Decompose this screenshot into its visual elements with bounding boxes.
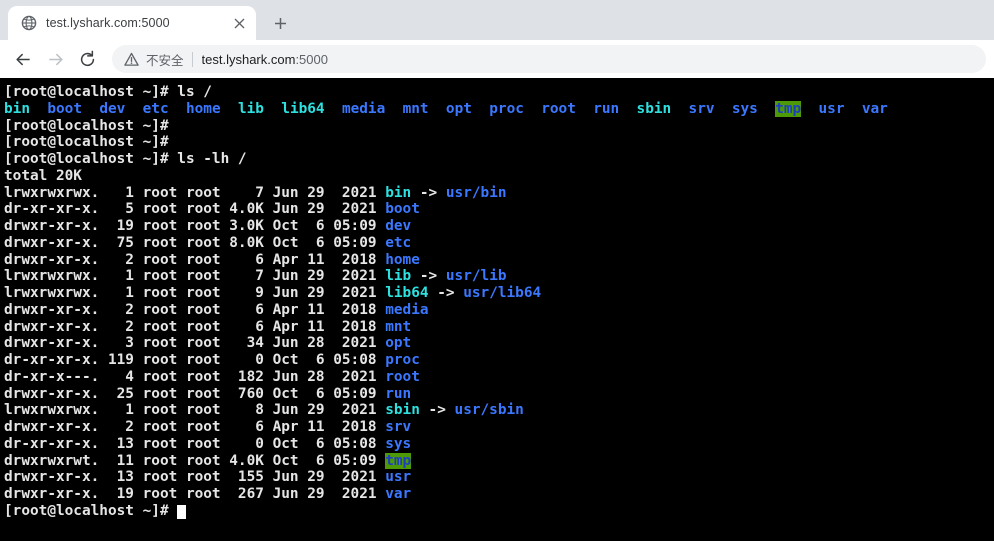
- ls-entry: boot: [385, 201, 420, 218]
- terminal-line: drwxrwxrwt. 11 root root 4.0K Oct 6 05:0…: [4, 452, 412, 469]
- ls-entry: boot: [47, 100, 82, 117]
- security-status-label: 不安全: [146, 53, 184, 68]
- ls-entry: var: [385, 486, 412, 502]
- terminal-line: [root@localhost ~]#: [4, 503, 994, 520]
- terminal-line: [root@localhost ~]#: [4, 117, 178, 134]
- terminal-line: drwxr-xr-x. 2 root root 6 Apr 11 2018 mn…: [4, 318, 412, 335]
- ls-entry: etc: [385, 234, 412, 251]
- globe-icon: [20, 15, 37, 32]
- ls-entry: srv: [688, 100, 715, 117]
- terminal-line: dr-xr-xr-x. 119 root root 0 Oct 6 05:08 …: [4, 352, 420, 368]
- browser-window: test.lyshark.com:5000 不安全 test.lyshark.c…: [0, 0, 994, 541]
- ls-entry: lib: [385, 268, 412, 285]
- terminal-line: dr-xr-x---. 4 root root 182 Jun 28 2021 …: [4, 368, 420, 385]
- ls-entry: tmp: [385, 452, 412, 469]
- warning-triangle-icon[interactable]: [124, 52, 140, 67]
- address-bar[interactable]: 不安全 test.lyshark.com:5000: [112, 45, 986, 73]
- ls-entry: etc: [142, 100, 169, 117]
- ls-entry: proc: [385, 352, 420, 368]
- ls-entry: var: [861, 100, 888, 117]
- reload-icon[interactable]: [72, 44, 102, 74]
- ls-entry: sys: [385, 435, 412, 452]
- terminal-line: drwxr-xr-x. 2 root root 6 Apr 11 2018 ho…: [4, 251, 420, 268]
- ls-entry: sbin: [385, 402, 420, 419]
- terminal-line: lrwxrwxrwx. 1 root root 9 Jun 29 2021 li…: [4, 285, 542, 301]
- ls-entry: lib64: [281, 100, 325, 117]
- ls-entry: opt: [445, 100, 472, 117]
- close-icon[interactable]: [230, 14, 248, 32]
- ls-entry: run: [385, 385, 412, 402]
- ls-link-target: usr/sbin: [454, 402, 524, 419]
- ls-entry: root: [541, 100, 576, 117]
- ls-entry: dev: [99, 100, 126, 117]
- ls-entry: sys: [731, 100, 758, 117]
- new-tab-button[interactable]: [266, 9, 294, 37]
- browser-tab[interactable]: test.lyshark.com:5000: [8, 6, 256, 40]
- terminal-line: drwxr-xr-x. 19 root root 3.0K Oct 6 05:0…: [4, 218, 412, 234]
- ls-entry: opt: [385, 335, 412, 352]
- ls-entry: home: [385, 251, 420, 268]
- back-arrow-icon[interactable]: [8, 44, 38, 74]
- ls-entry: dev: [385, 218, 412, 234]
- terminal-line: drwxr-xr-x. 13 root root 155 Jun 29 2021…: [4, 469, 412, 486]
- ls-link-target: usr/bin: [445, 184, 507, 201]
- ls-entry: run: [593, 100, 620, 117]
- terminal-line: dr-xr-xr-x. 13 root root 0 Oct 6 05:08 s…: [4, 435, 412, 452]
- terminal-line: drwxr-xr-x. 25 root root 760 Oct 6 05:09…: [4, 385, 412, 402]
- terminal-line: lrwxrwxrwx. 1 root root 7 Jun 29 2021 li…: [4, 268, 507, 285]
- terminal-line: [root@localhost ~]# ls /: [4, 84, 212, 100]
- terminal-cursor: [177, 504, 186, 519]
- tab-strip: test.lyshark.com:5000: [0, 0, 994, 40]
- ls-entry: tmp: [775, 100, 802, 117]
- terminal-line: drwxr-xr-x. 3 root root 34 Jun 28 2021 o…: [4, 335, 412, 352]
- terminal-line: [root@localhost ~]# ls -lh /: [4, 151, 247, 167]
- ls-link-target: usr/lib: [445, 268, 507, 285]
- ls-entry: mnt: [385, 318, 412, 335]
- terminal-page: [root@localhost ~]# ls / bin boot dev etc…: [0, 78, 994, 541]
- ls-entry: usr: [385, 469, 412, 486]
- ls-entry: srv: [385, 419, 412, 435]
- ls-link-target: usr/lib64: [463, 285, 542, 301]
- url-port: :5000: [295, 51, 328, 67]
- ls-entry: bin: [385, 184, 412, 201]
- tab-title: test.lyshark.com:5000: [46, 16, 170, 30]
- terminal-line: drwxr-xr-x. 19 root root 267 Jun 29 2021…: [4, 486, 412, 502]
- terminal-line: bin boot dev etc home lib lib64 media mn…: [4, 100, 994, 118]
- ls-entry: media: [385, 301, 429, 318]
- url-text: test.lyshark.com:5000: [202, 52, 328, 67]
- terminal-line: lrwxrwxrwx. 1 root root 7 Jun 29 2021 bi…: [4, 184, 507, 201]
- terminal-line: drwxr-xr-x. 75 root root 8.0K Oct 6 05:0…: [4, 234, 412, 251]
- ls-entry: lib: [237, 100, 264, 117]
- terminal-line: lrwxrwxrwx. 1 root root 8 Jun 29 2021 sb…: [4, 402, 524, 419]
- forward-arrow-icon[interactable]: [40, 44, 70, 74]
- ls-entry: mnt: [402, 100, 429, 117]
- ls-entry: proc: [489, 100, 524, 117]
- ls-entry: root: [385, 368, 420, 385]
- ls-entry: usr: [818, 100, 845, 117]
- ls-entry: sbin: [636, 100, 672, 117]
- terminal-output[interactable]: [root@localhost ~]# ls / bin boot dev etc…: [0, 78, 994, 520]
- terminal-line: dr-xr-xr-x. 5 root root 4.0K Jun 29 2021…: [4, 201, 420, 218]
- ls-entry: lib64: [385, 285, 429, 301]
- terminal-line: total 20K: [4, 167, 82, 184]
- ls-entry: media: [341, 100, 386, 117]
- ls-entry: bin: [4, 100, 30, 117]
- url-host: test.lyshark.com: [201, 51, 296, 67]
- terminal-line: drwxr-xr-x. 2 root root 6 Apr 11 2018 me…: [4, 301, 429, 318]
- terminal-line: [root@localhost ~]#: [4, 134, 178, 151]
- terminal-line: drwxr-xr-x. 2 root root 6 Apr 11 2018 sr…: [4, 419, 412, 435]
- omnibox-divider: [191, 51, 193, 67]
- browser-toolbar: 不安全 test.lyshark.com:5000: [0, 40, 994, 78]
- ls-entry: home: [185, 100, 221, 117]
